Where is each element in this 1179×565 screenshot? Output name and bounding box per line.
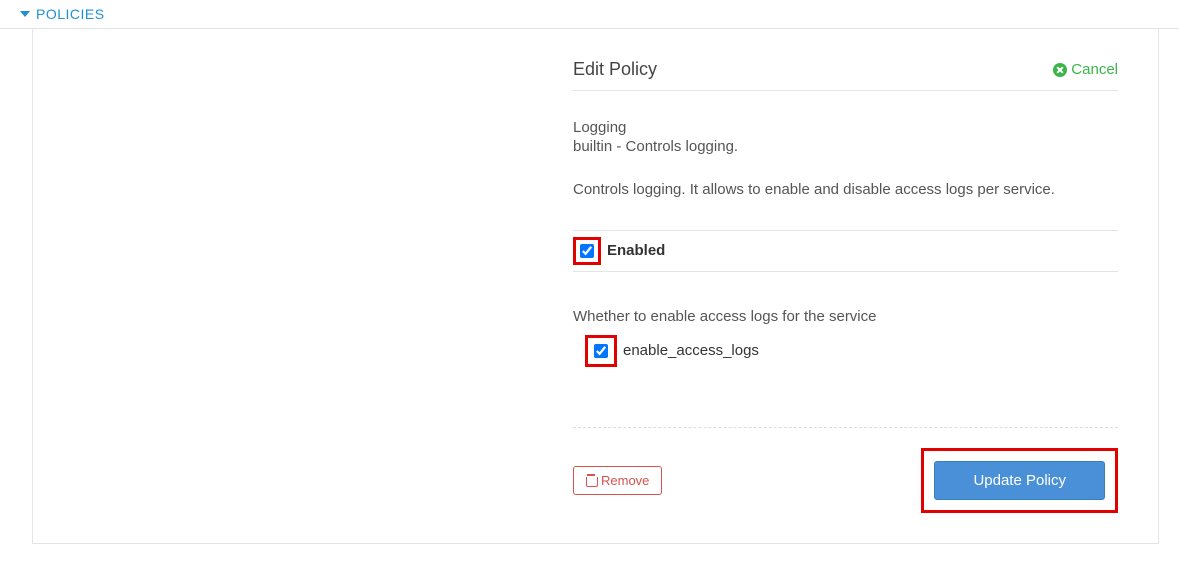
highlight-field-checkbox xyxy=(585,335,617,367)
trash-icon xyxy=(586,474,596,486)
highlight-update-button: Update Policy xyxy=(921,448,1118,513)
update-policy-button[interactable]: Update Policy xyxy=(934,461,1105,500)
enable-access-logs-checkbox[interactable] xyxy=(594,344,608,358)
enabled-label: Enabled xyxy=(607,242,665,259)
footer-actions: Remove Update Policy xyxy=(573,427,1118,513)
enabled-row: Enabled xyxy=(573,230,1118,272)
panel-body: Edit Policy Cancel Logging builtin - Con… xyxy=(32,29,1159,544)
field-description: Whether to enable access logs for the se… xyxy=(573,308,1118,325)
caret-down-icon xyxy=(20,11,30,17)
enabled-checkbox[interactable] xyxy=(580,244,594,258)
page-title: Edit Policy xyxy=(573,59,657,80)
section-title: POLICIES xyxy=(36,6,105,22)
cancel-icon xyxy=(1053,63,1067,77)
remove-button[interactable]: Remove xyxy=(573,466,662,495)
remove-label: Remove xyxy=(601,473,649,488)
field-name: enable_access_logs xyxy=(623,342,759,359)
policy-description: Controls logging. It allows to enable an… xyxy=(573,179,1118,202)
cancel-button[interactable]: Cancel xyxy=(1053,61,1118,78)
section-header-policies[interactable]: POLICIES xyxy=(0,0,1179,29)
policy-subtitle: builtin - Controls logging. xyxy=(573,138,1118,155)
cancel-label: Cancel xyxy=(1071,61,1118,78)
highlight-enabled-checkbox xyxy=(573,237,601,265)
policy-name: Logging xyxy=(573,119,1118,136)
field-row: enable_access_logs xyxy=(573,335,1118,367)
